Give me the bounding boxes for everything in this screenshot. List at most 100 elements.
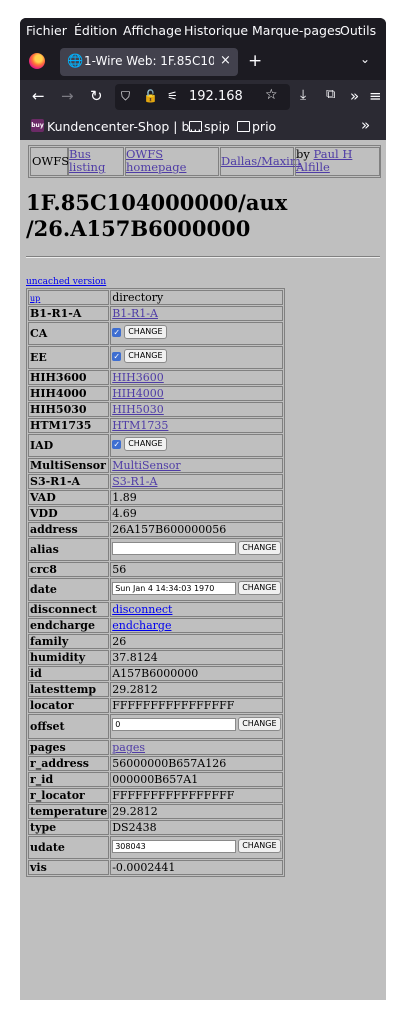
property-link[interactable]: endcharge (112, 619, 171, 632)
table-row: temperature 29.2812 (28, 804, 283, 819)
property-value: 308043 CHANGE (110, 836, 283, 859)
download-icon[interactable]: ⤓ (300, 87, 306, 103)
menu-bar: Fichier Édition Affichage Historique Mar… (20, 18, 386, 44)
table-row: CA ✓ CHANGE (28, 322, 283, 345)
property-key: type (28, 820, 110, 835)
folder-icon (189, 121, 202, 132)
owfs-nav-table: OWFS Bus listing OWFS homepage Dallas/Ma… (28, 145, 381, 178)
property-link[interactable]: HIH5030 (112, 403, 164, 416)
change-button[interactable]: CHANGE (124, 349, 167, 363)
property-key: humidity (28, 650, 110, 665)
value-input[interactable] (112, 541, 237, 555)
table-row: HIH4000 HIH4000 (28, 386, 283, 401)
property-value: MultiSensor (110, 458, 283, 473)
property-key: id (28, 666, 110, 681)
page-title-line-2: /26.A157B6000000 (26, 216, 251, 241)
tab-close-icon[interactable]: × (220, 53, 231, 68)
value-input[interactable]: Sun Jan 4 14:34:03 1970 (112, 581, 237, 595)
owfs-cell-bus: Bus listing (68, 147, 124, 176)
table-row: disconnect disconnect (28, 602, 283, 617)
table-row: id A157B6000000 (28, 666, 283, 681)
back-icon[interactable]: ← (32, 87, 45, 105)
table-row: address 26A157B600000056 (28, 522, 283, 537)
property-value: FFFFFFFFFFFFFFFF (110, 788, 283, 803)
bookmark-folder-spip[interactable]: spip (204, 119, 230, 134)
property-value: ✓ CHANGE (110, 322, 283, 345)
chevron-down-icon[interactable]: ⌄ (360, 52, 370, 66)
owfs-cell-author: by Paul H Alfille (295, 147, 380, 176)
property-key: alias (28, 538, 110, 561)
globe-icon: 🌐 (67, 54, 84, 69)
change-button[interactable]: CHANGE (238, 839, 281, 853)
forward-icon[interactable]: → (61, 87, 74, 105)
menu-outils[interactable]: Outils (340, 23, 376, 38)
table-row: MultiSensor MultiSensor (28, 458, 283, 473)
bookmarks-bar: buy Kundencenter-Shop | b... spip prio » (20, 114, 386, 140)
uncached-version-link[interactable]: uncached version (26, 277, 106, 287)
property-key: address (28, 522, 110, 537)
table-row: EE ✓ CHANGE (28, 346, 283, 369)
shield-icon[interactable]: ⛉ (121, 89, 130, 104)
checkbox-checked[interactable]: ✓ (112, 327, 122, 337)
property-link[interactable]: B1-R1-A (112, 307, 158, 320)
tab-active[interactable]: 🌐 1-Wire Web: 1F.85C1040 × (60, 48, 238, 76)
bookmark-star-icon[interactable]: ☆ (265, 87, 278, 103)
table-row: date Sun Jan 4 14:34:03 1970 CHANGE (28, 578, 283, 601)
permissions-icon[interactable]: ⚟ (167, 89, 178, 103)
bookmark-kundencenter[interactable]: Kundencenter-Shop | b... (47, 119, 201, 134)
up-link[interactable]: up (30, 294, 40, 303)
change-button[interactable]: CHANGE (124, 437, 167, 451)
menu-fichier[interactable]: Fichier (26, 23, 67, 38)
property-link[interactable]: HIH4000 (112, 387, 164, 400)
menu-historique[interactable]: Historique (184, 23, 248, 38)
table-row: IAD ✓ CHANGE (28, 434, 283, 457)
checkbox-checked[interactable]: ✓ (112, 351, 122, 361)
property-value: 29.2812 (110, 804, 283, 819)
extensions-icon[interactable]: ⧉ (326, 87, 335, 102)
lock-insecure-icon[interactable]: 🔓 (143, 89, 158, 103)
property-value: 26A157B600000056 (110, 522, 283, 537)
change-button[interactable]: CHANGE (238, 581, 281, 595)
shop-favicon-icon: buy (31, 119, 44, 132)
table-row: pages pages (28, 740, 283, 755)
menu-affichage[interactable]: Affichage (123, 23, 182, 38)
property-value: FFFFFFFFFFFFFFFF (110, 698, 283, 713)
checkbox-checked[interactable]: ✓ (112, 439, 122, 449)
menu-edition[interactable]: Édition (74, 23, 117, 38)
property-link[interactable]: S3-R1-A (112, 475, 157, 488)
table-row: latesttemp 29.2812 (28, 682, 283, 697)
firefox-logo-icon[interactable] (29, 53, 45, 69)
url-text[interactable]: 192.168 (189, 89, 259, 104)
property-link[interactable]: disconnect (112, 603, 172, 616)
value-input[interactable]: 308043 (112, 839, 237, 853)
hamburger-menu-icon[interactable]: ≡ (369, 87, 382, 105)
table-row: humidity 37.8124 (28, 650, 283, 665)
value-input[interactable]: 0 (112, 717, 237, 731)
property-link[interactable]: HIH3600 (112, 371, 164, 384)
property-value: 56 (110, 562, 283, 577)
change-button[interactable]: CHANGE (238, 541, 281, 555)
bus-listing-link[interactable]: Bus listing (69, 147, 105, 174)
property-value: disconnect (110, 602, 283, 617)
change-button[interactable]: CHANGE (238, 717, 281, 731)
property-link[interactable]: MultiSensor (112, 459, 180, 472)
property-link[interactable]: pages (112, 741, 145, 754)
bookmark-folder-prio[interactable]: prio (252, 119, 276, 134)
property-value: Sun Jan 4 14:34:03 1970 CHANGE (110, 578, 283, 601)
url-bar[interactable]: ⛉ 🔓 ⚟ 192.168 ☆ (115, 84, 290, 110)
table-row: up directory (28, 290, 283, 305)
property-key: r_id (28, 772, 110, 787)
change-button[interactable]: CHANGE (124, 325, 167, 339)
property-value: ✓ CHANGE (110, 434, 283, 457)
menu-marque-pages[interactable]: Marque-pages (252, 23, 341, 38)
owfs-homepage-link[interactable]: OWFS homepage (126, 147, 186, 174)
table-row: HTM1735 HTM1735 (28, 418, 283, 433)
more-tools-icon[interactable]: » (350, 87, 359, 105)
dallas-maxim-link[interactable]: Dallas/Maxim (221, 154, 301, 168)
property-link[interactable]: HTM1735 (112, 419, 168, 432)
bookmarks-overflow-icon[interactable]: » (361, 116, 370, 134)
reload-icon[interactable]: ↻ (90, 87, 103, 105)
owfs-cell-home: OWFS homepage (125, 147, 219, 176)
table-row: endcharge endcharge (28, 618, 283, 633)
new-tab-icon[interactable]: + (248, 51, 262, 71)
